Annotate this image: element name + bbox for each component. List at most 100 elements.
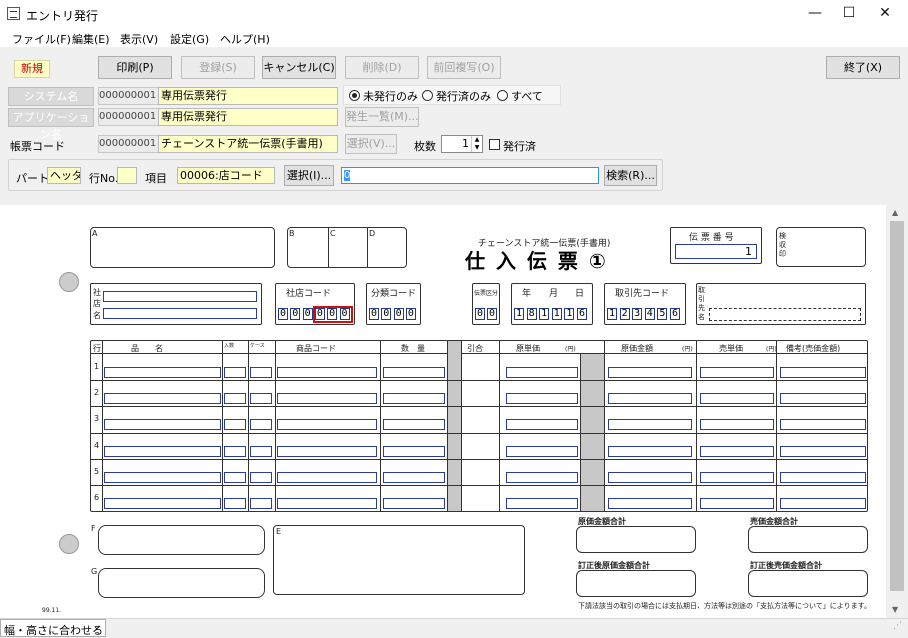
row-number: 6 [94, 493, 100, 502]
menu-edit[interactable]: 編集(E) [72, 31, 110, 47]
maximize-button[interactable]: ☐ [832, 0, 866, 27]
system-name-field[interactable]: 専用伝票発行 [158, 87, 338, 105]
code-digit: 4 [644, 308, 655, 320]
menu-help[interactable]: ヘルプ(H) [220, 31, 270, 47]
voucher-code-label: 帳票コード [10, 140, 65, 153]
code-digit: 5 [657, 308, 668, 320]
chevron-down-icon[interactable]: ⌄ [93, 622, 101, 632]
menu-settings[interactable]: 設定(G) [170, 31, 209, 47]
row-divider [91, 485, 867, 486]
copies-spinner[interactable]: 1 ▲ ▼ [441, 135, 483, 153]
entry-cell [277, 471, 377, 483]
radio-all-label: すべて [511, 90, 543, 103]
register-button[interactable]: 登録(S) [181, 56, 255, 79]
store-code-box: 社店コード 000000 [275, 283, 355, 325]
footnote: 下請法該当の取引の場合には支払期日、方法等は別途の「支払方法等について」によりま… [578, 602, 871, 610]
entry-cell [104, 471, 221, 483]
entry-cell [224, 419, 246, 431]
item-label: 項目 [145, 172, 167, 185]
item-field[interactable]: 00006:店コード [177, 167, 275, 184]
scroll-up-icon[interactable]: ▲ [892, 208, 898, 217]
occurrence-list-button[interactable]: 発生一覧(M)... [345, 107, 419, 127]
row-divider [91, 432, 867, 434]
entry-cell [104, 393, 221, 405]
entry-cell [250, 367, 272, 378]
code-digit: 0 [278, 308, 288, 320]
spinner-arrows-icon[interactable]: ▲ ▼ [471, 136, 482, 152]
entry-cell [224, 445, 246, 457]
delete-button[interactable]: 削除(D) [345, 56, 419, 79]
row-no-label: 行No. [89, 172, 119, 185]
minimize-button[interactable]: — [798, 0, 832, 27]
radio-unissued[interactable] [349, 90, 360, 101]
window-title: エントリ発行 [26, 9, 99, 23]
code-digit: 0 [405, 308, 416, 320]
code-digit: 0 [487, 308, 497, 320]
issued-checkbox-label: 発行済 [503, 140, 536, 153]
entry-cell [277, 419, 377, 431]
code-digit: 1 [539, 308, 550, 320]
entry-cell [506, 393, 578, 405]
company-box: 社 店 名 [90, 283, 262, 325]
entry-cell [224, 471, 246, 483]
scroll-thumb[interactable] [890, 221, 904, 591]
cancel-button[interactable]: キャンセル(C) [262, 56, 336, 79]
row-no-field[interactable] [117, 167, 137, 184]
entry-cell [383, 367, 445, 378]
radio-all[interactable] [497, 90, 508, 101]
entry-cell [506, 498, 578, 509]
supplier-name-box: 取引先名 [696, 283, 866, 325]
code-digit: 0 [393, 308, 404, 320]
entry-cell [780, 419, 866, 431]
radio-issued[interactable] [422, 90, 433, 101]
title-bar: エントリ発行 — ☐ ✕ [0, 0, 908, 27]
entry-cell [608, 419, 692, 431]
inspection-box: 検収印 [776, 227, 866, 267]
sales-total-box [748, 526, 868, 553]
app-code-field: 000000001 [98, 108, 159, 126]
app-name-field[interactable]: 専用伝票発行 [158, 108, 338, 126]
zoom-select[interactable]: 幅・高さに合わせる ⌄ [0, 619, 106, 637]
code-digit: 1 [514, 308, 524, 320]
entry-cell [383, 471, 445, 483]
copies-label: 枚数 [414, 140, 436, 153]
part-field[interactable]: ヘッダ [47, 167, 81, 184]
menu-file[interactable]: ファイル(F) [12, 31, 71, 47]
system-name-button[interactable]: システム名 [8, 87, 94, 106]
print-button[interactable]: 印刷(P) [98, 56, 172, 79]
box-e: E [273, 525, 525, 595]
entry-cell [277, 393, 377, 405]
store-code-highlight [313, 306, 353, 323]
punch-hole-bottom [59, 534, 79, 554]
voucher-name-field[interactable]: チェーンストア統一伝票(手書用) [158, 135, 338, 153]
entry-cell [700, 367, 774, 378]
item-select-button[interactable]: 選択(I)... [284, 165, 334, 186]
entry-cell [277, 498, 377, 509]
vertical-scrollbar[interactable]: ▲ ▼ [886, 205, 908, 618]
app-name-button[interactable]: アプリケーション名 [8, 108, 94, 141]
punch-hole-top [59, 272, 79, 292]
slip-preview[interactable]: A B C D チェーンストア統一伝票(手書用) 仕 入 伝 票 ① 伝 票 番… [0, 205, 886, 618]
scroll-down-icon[interactable]: ▼ [892, 605, 898, 614]
entry-cell [700, 445, 774, 457]
entry-cell [104, 445, 221, 457]
entry-cell [224, 367, 246, 378]
voucher-select-button[interactable]: 選択(V)... [345, 134, 397, 154]
menu-view[interactable]: 表示(V) [120, 31, 158, 47]
exit-button[interactable]: 終了(X) [826, 56, 900, 79]
entry-cell [506, 445, 578, 457]
entry-cell [383, 393, 445, 405]
resize-grip-icon[interactable]: ⋰ [893, 621, 902, 631]
entry-cell [277, 445, 377, 457]
search-button[interactable]: 検索(R)... [604, 165, 657, 186]
prev-copy-button[interactable]: 前回複写(O) [427, 56, 501, 79]
box-g: G [91, 567, 265, 598]
entry-cell [608, 498, 692, 509]
close-button[interactable]: ✕ [868, 0, 902, 27]
mode-badge: 新規 [14, 60, 50, 78]
radio-unissued-label: 未発行のみ [363, 90, 418, 103]
code-digit: 6 [670, 308, 680, 320]
issued-checkbox[interactable] [489, 139, 500, 150]
search-input[interactable]: 0 [341, 167, 599, 184]
code-digit: 0 [381, 308, 392, 320]
